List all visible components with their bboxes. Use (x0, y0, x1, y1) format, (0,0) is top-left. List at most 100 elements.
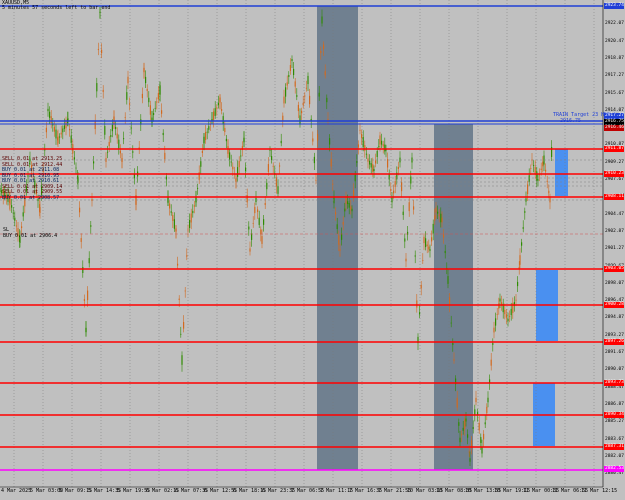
candle-body (309, 95, 311, 105)
candle-body (372, 164, 374, 172)
session-zone-2 (434, 124, 473, 470)
candle-body (154, 107, 156, 109)
candle-body (183, 322, 185, 329)
candle-body (200, 161, 202, 167)
candle-body (53, 126, 55, 132)
candle-body (401, 182, 403, 192)
candle-body (149, 105, 151, 115)
candle-body (201, 151, 203, 153)
candle-body (296, 95, 298, 97)
tag-ask: 2916.46 (604, 125, 624, 131)
price-tick: 2891.67 (605, 350, 624, 355)
candle-body (364, 145, 366, 151)
candle-body (180, 333, 182, 335)
candle-body (280, 140, 282, 144)
candle-body (0, 188, 1, 192)
candle-body (237, 167, 239, 177)
candle-body (208, 126, 210, 130)
tag-s1: 2903.05 (604, 266, 624, 272)
candle-body (302, 102, 304, 106)
candle-body (408, 202, 410, 212)
candle-body (232, 166, 234, 170)
candle-body (238, 160, 240, 168)
candle-body (291, 58, 293, 62)
candle-body (490, 359, 492, 366)
candle-body (537, 179, 539, 181)
candle-body (14, 217, 16, 221)
candle-body (96, 83, 98, 92)
candle-body (22, 212, 24, 217)
candle-body (437, 211, 439, 214)
candle-body (299, 115, 301, 125)
price-tick: 2885.27 (605, 419, 624, 425)
candle-body (484, 422, 486, 425)
candle-body (263, 219, 265, 225)
candle-body (12, 212, 14, 214)
candle-body (304, 95, 306, 97)
candle-body (487, 397, 489, 403)
candle-body (307, 75, 309, 85)
candle-body (320, 51, 322, 53)
candle-body (249, 248, 251, 252)
candle-body (379, 135, 381, 145)
candle-body (381, 140, 383, 145)
candle-body (116, 133, 118, 139)
candle-body (216, 107, 218, 109)
tag-top-blue: 2923.74 (604, 3, 624, 9)
candle-body (440, 213, 442, 223)
candle-body (402, 211, 404, 216)
price-tick: 2918.87 (605, 55, 624, 61)
candle-body (170, 211, 172, 213)
candle-body (11, 205, 13, 208)
candle-body (419, 312, 421, 315)
candle-body (519, 255, 521, 265)
candle-body (246, 194, 248, 203)
candle-body (97, 49, 99, 51)
order-label: BUY 0.01 at 2908.57 (2, 194, 60, 201)
candle-body (279, 165, 281, 167)
candle-body (143, 67, 145, 73)
tag-s2: 2900.28 (604, 302, 624, 308)
price-tick: 2890.07 (605, 367, 624, 373)
candle-body (426, 244, 428, 247)
price-tick: 2882.07 (605, 453, 624, 459)
candle-body (449, 297, 451, 306)
candle-body (465, 418, 467, 422)
candle-body (297, 104, 299, 112)
candle-body (57, 136, 59, 144)
candle-body (229, 152, 231, 160)
candle-body (50, 116, 52, 124)
candle-body (129, 103, 131, 105)
candle-body (348, 202, 350, 208)
candle-body (214, 108, 216, 116)
candle-body (94, 120, 96, 130)
candle-body (118, 139, 120, 149)
candle-body (330, 158, 332, 167)
chart-area[interactable]: XAUUSD,M5 5 minutes 57 seconds left to b… (0, 0, 625, 500)
candle-body (146, 89, 148, 91)
candle-body (414, 255, 416, 257)
candle-body (459, 437, 461, 443)
candle-body (469, 458, 471, 462)
candle-body (257, 209, 259, 212)
candle-body (517, 281, 519, 287)
candle-body (404, 238, 406, 242)
candle-body (99, 11, 101, 13)
candle-body (178, 298, 180, 301)
candle-body (347, 201, 349, 205)
candle-body (283, 96, 285, 104)
candle-body (474, 409, 476, 415)
candle-body (382, 144, 384, 147)
candle-body (87, 290, 89, 301)
candle-body (235, 178, 237, 182)
price-chart[interactable] (0, 0, 625, 500)
candle-body (338, 235, 340, 245)
candle-body (282, 115, 284, 121)
price-tick: 2886.87 (605, 401, 624, 407)
candle-body (540, 168, 542, 171)
candle-body (504, 309, 506, 315)
candle-body (69, 128, 71, 131)
candle-body (267, 164, 269, 172)
candle-body (354, 174, 356, 182)
price-tick: 2894.87 (605, 315, 624, 321)
